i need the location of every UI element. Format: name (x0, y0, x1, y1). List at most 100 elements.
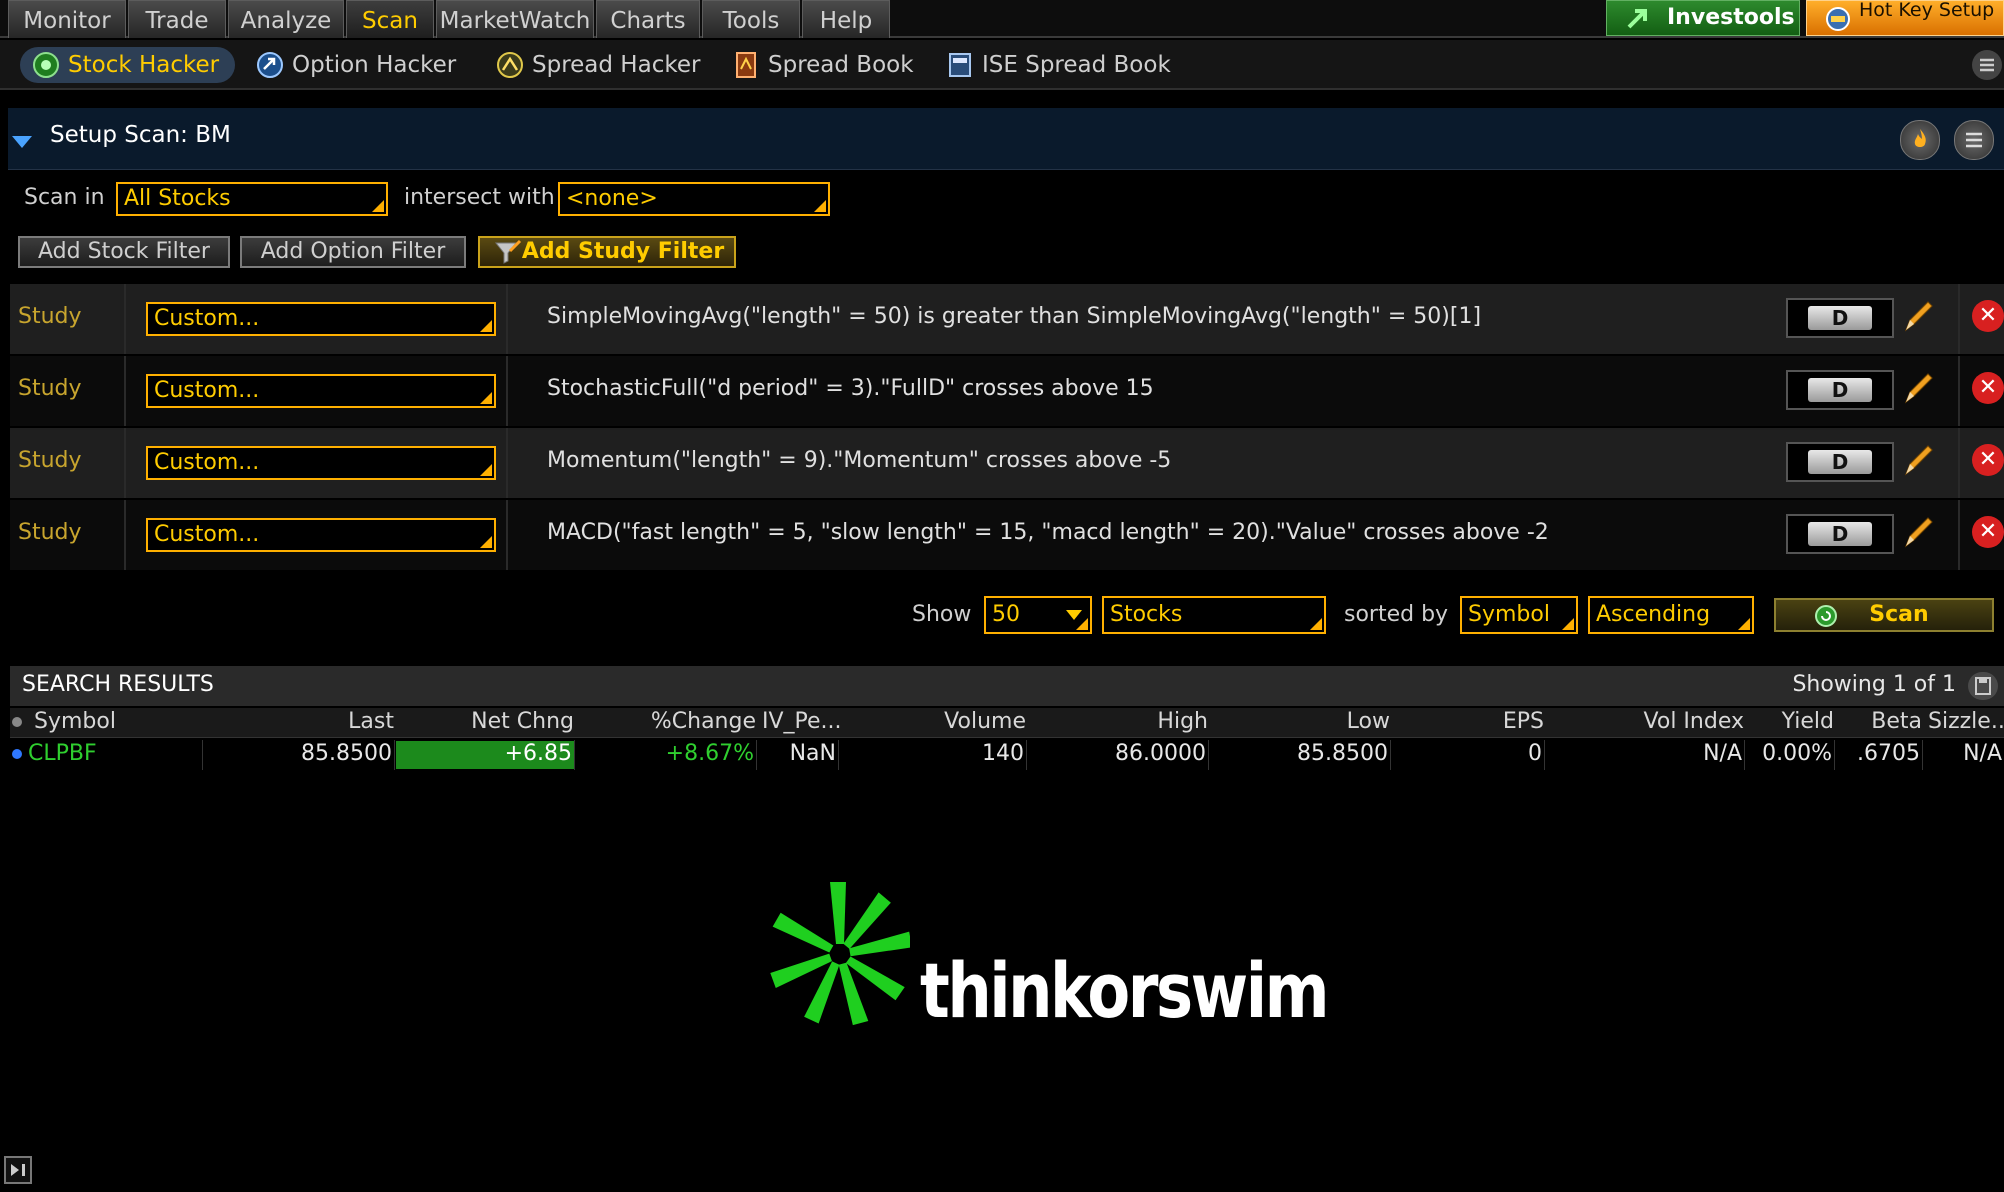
study-combo[interactable]: Custom... (146, 374, 496, 408)
col-last[interactable]: Last (204, 709, 394, 734)
tab-tools[interactable]: Tools (702, 0, 800, 38)
edit-pencil-icon[interactable] (1900, 512, 1936, 558)
hot-key-setup-button[interactable]: Hot Key Setup (1806, 0, 2004, 36)
cell-yield: 0.00% (1762, 741, 1832, 766)
delete-filter-icon[interactable]: ✕ (1972, 516, 2004, 548)
study-filter-row: Study Custom... StochasticFull("d period… (10, 356, 2004, 426)
delete-filter-icon[interactable]: ✕ (1972, 300, 2004, 332)
scan-button[interactable]: Scan (1774, 598, 1994, 632)
tab-charts[interactable]: Charts (596, 0, 700, 38)
col-volume[interactable]: Volume (840, 709, 1026, 734)
study-filter-icon (494, 239, 522, 273)
subtab-spread-book[interactable]: Spread Book (720, 47, 914, 83)
show-label: Show (912, 602, 972, 627)
study-filter-row: Study Custom... MACD("fast length" = 5, … (10, 500, 2004, 570)
setup-menu-icon[interactable] (1954, 120, 1994, 160)
subtab-spread-book-label: Spread Book (768, 52, 914, 78)
hot-lists-flame-icon[interactable] (1900, 120, 1940, 160)
col-eps[interactable]: EPS (1392, 709, 1544, 734)
delete-filter-icon[interactable]: ✕ (1972, 444, 2004, 476)
filter-type-label: Study (18, 376, 82, 401)
scan-in-label: Scan in (24, 185, 105, 210)
filter-condition-text: StochasticFull("d period" = 3)."FullD" c… (547, 376, 1154, 401)
main-tab-bar: Monitor Trade Analyze Scan MarketWatch C… (0, 0, 2004, 38)
subtab-stock-hacker-label: Stock Hacker (68, 52, 220, 78)
study-combo[interactable]: Custom... (146, 302, 496, 336)
study-combo[interactable]: Custom... (146, 446, 496, 480)
arrow-up-right-icon (1625, 5, 1651, 42)
cell-symbol[interactable]: CLPBF (28, 741, 97, 769)
cell-pct-change: +8.67% (665, 741, 754, 766)
show-count-select[interactable]: 50 (984, 596, 1092, 634)
cell-net-chng: +6.85 (396, 741, 574, 769)
row-indicator-icon (12, 749, 22, 759)
cell-high: 86.0000 (1115, 741, 1206, 766)
stock-hacker-icon (32, 51, 60, 90)
spread-book-icon (732, 51, 760, 90)
col-low[interactable]: Low (1210, 709, 1390, 734)
study-combo[interactable]: Custom... (146, 518, 496, 552)
tab-marketwatch[interactable]: MarketWatch (436, 0, 594, 38)
keyboard-icon (1825, 6, 1851, 35)
edit-pencil-icon[interactable] (1900, 440, 1936, 486)
subtab-ise-spread-book-label: ISE Spread Book (982, 52, 1171, 78)
subtab-option-hacker[interactable]: Option Hacker (244, 47, 456, 83)
filter-type-label: Study (18, 520, 82, 545)
col-high[interactable]: High (1028, 709, 1208, 734)
col-beta[interactable]: Beta (1836, 709, 1922, 734)
row-indicator-icon (12, 717, 22, 727)
tab-scan[interactable]: Scan (346, 0, 434, 38)
table-row[interactable]: CLPBF 85.8500 +6.85 +8.67% NaN 140 86.00… (10, 740, 2004, 770)
cell-volume: 140 (982, 741, 1024, 766)
subtab-spread-hacker[interactable]: Spread Hacker (484, 47, 700, 83)
tab-monitor[interactable]: Monitor (8, 0, 126, 38)
aggregation-button[interactable]: D (1786, 514, 1894, 554)
save-icon[interactable] (1968, 672, 1998, 700)
option-hacker-icon (256, 51, 284, 90)
sort-order-combo[interactable]: Ascending (1588, 596, 1754, 634)
aggregation-button[interactable]: D (1786, 442, 1894, 482)
delete-filter-icon[interactable]: ✕ (1972, 372, 2004, 404)
add-stock-filter-button[interactable]: Add Stock Filter (18, 236, 230, 268)
show-type-combo[interactable]: Stocks (1102, 596, 1326, 634)
intersect-with-combo[interactable]: <none> (558, 182, 830, 216)
aggregation-label: D (1808, 450, 1872, 474)
tab-help[interactable]: Help (802, 0, 890, 38)
col-vol-index[interactable]: Vol Index (1546, 709, 1744, 734)
col-net-chng[interactable]: Net Chng (396, 709, 574, 734)
sorted-by-label: sorted by (1344, 602, 1449, 627)
cell-last: 85.8500 (301, 741, 392, 766)
search-results-title: SEARCH RESULTS (22, 672, 214, 697)
col-iv-percentile[interactable]: IV_Pe... (762, 709, 842, 734)
tab-trade[interactable]: Trade (128, 0, 226, 38)
aggregation-label: D (1808, 306, 1872, 330)
add-option-filter-button[interactable]: Add Option Filter (240, 236, 466, 268)
tab-analyze[interactable]: Analyze (228, 0, 344, 38)
filter-condition-text: Momentum("length" = 9)."Momentum" crosse… (547, 448, 1172, 473)
subtab-ise-spread-book[interactable]: ISE Spread Book (934, 47, 1171, 83)
col-symbol[interactable]: Symbol (34, 709, 116, 734)
aggregation-button[interactable]: D (1786, 370, 1894, 410)
add-study-filter-button[interactable]: Add Study Filter (478, 236, 736, 268)
menu-list-icon[interactable] (1972, 50, 2002, 80)
col-yield[interactable]: Yield (1746, 709, 1834, 734)
investools-button[interactable]: Investools (1606, 0, 1800, 36)
spread-hacker-icon (496, 51, 524, 90)
setup-scan-header: Setup Scan: BM (8, 108, 2004, 170)
col-pct-change[interactable]: %Change (576, 709, 756, 734)
col-sizzle[interactable]: Sizzle... (1928, 709, 2004, 734)
scan-in-combo[interactable]: All Stocks (116, 182, 388, 216)
subtab-stock-hacker[interactable]: Stock Hacker (20, 47, 236, 83)
panel-toggle-icon[interactable] (4, 1156, 32, 1184)
edit-pencil-icon[interactable] (1900, 296, 1936, 342)
edit-pencil-icon[interactable] (1900, 368, 1936, 414)
study-filter-row: Study Custom... Momentum("length" = 9)."… (10, 428, 2004, 498)
scan-button-label: Scan (1869, 602, 1929, 627)
sort-field-combo[interactable]: Symbol (1460, 596, 1578, 634)
collapse-triangle-icon[interactable] (12, 136, 32, 148)
investools-label: Investools (1667, 5, 1795, 30)
dropdown-arrow-icon (1066, 610, 1082, 620)
scan-sub-tab-bar: Stock Hacker Option Hacker Spread Hacker… (0, 40, 2004, 90)
aggregation-button[interactable]: D (1786, 298, 1894, 338)
filter-type-label: Study (18, 304, 82, 329)
